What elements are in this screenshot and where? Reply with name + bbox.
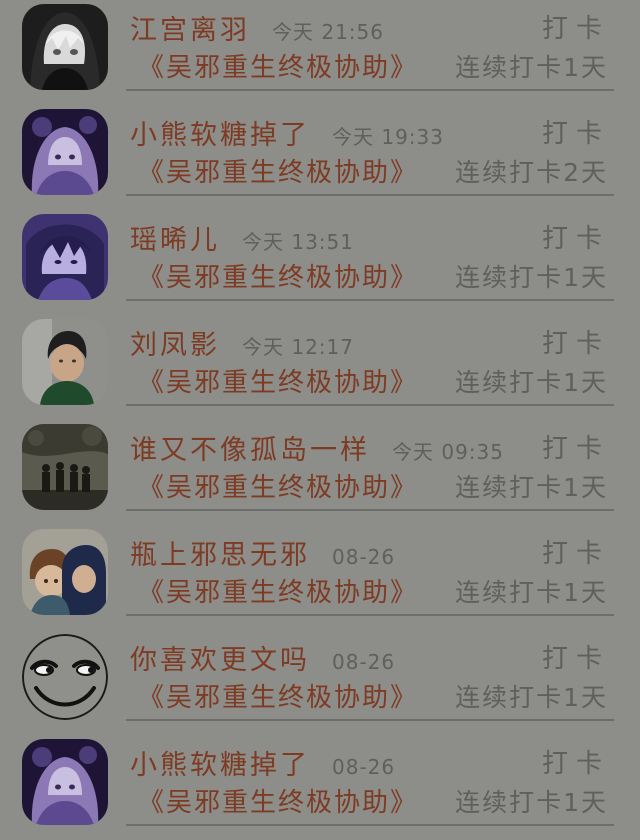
checkin-list: 江宫离羽 今天 21:56 打卡 《吴邪重生终极协助》 连续打卡1天 小熊软糖掉… [0,0,640,837]
post-time: 今天 19:33 [332,125,444,149]
divider [126,719,614,721]
post-time: 今天 21:56 [272,20,384,44]
streak-count: 连续打卡1天 [455,683,608,712]
item-header: 瓶上邪思无邪 08-26 [130,533,396,572]
streak-count: 连续打卡1天 [455,788,608,817]
smirk-face-avatar[interactable] [22,634,108,720]
user-name[interactable]: 江宫离羽 [130,8,250,47]
topic-title[interactable]: 《吴邪重生终极协助》 [138,572,418,609]
boy-photo-avatar[interactable] [22,319,108,405]
post-time: 08-26 [332,755,396,779]
divider [126,299,614,301]
checkin-button[interactable]: 打卡 [542,638,610,675]
purple-anime-girl-avatar[interactable] [22,109,108,195]
streak-count: 连续打卡1天 [455,53,608,82]
purple-anime-girl-avatar[interactable] [22,739,108,825]
user-name[interactable]: 小熊软糖掉了 [130,743,310,782]
topic-title[interactable]: 《吴邪重生终极协助》 [138,467,418,504]
checkin-button[interactable]: 打卡 [542,743,610,780]
divider [126,614,614,616]
divider [126,404,614,406]
item-header: 谁又不像孤岛一样 今天 09:35 [130,428,504,467]
streak-count: 连续打卡1天 [455,578,608,607]
list-item[interactable]: 你喜欢更文吗 08-26 打卡 《吴邪重生终极协助》 连续打卡1天 [0,630,640,735]
topic-title[interactable]: 《吴邪重生终极协助》 [138,257,418,294]
user-name[interactable]: 刘凤影 [130,323,220,362]
list-item[interactable]: 小熊软糖掉了 08-26 打卡 《吴邪重生终极协助》 连续打卡1天 [0,735,640,840]
checkin-button[interactable]: 打卡 [542,533,610,570]
post-time: 08-26 [332,650,396,674]
chibi-couple-avatar[interactable] [22,529,108,615]
post-time: 今天 13:51 [242,230,354,254]
item-header: 刘凤影 今天 12:17 [130,323,354,362]
streak-count: 连续打卡1天 [455,473,608,502]
post-time: 08-26 [332,545,396,569]
anime-boy-hood-avatar[interactable] [22,4,108,90]
topic-title[interactable]: 《吴邪重生终极协助》 [138,677,418,714]
streak-count: 连续打卡2天 [455,158,608,187]
checkin-button[interactable]: 打卡 [542,218,610,255]
purple-anime-boy-avatar[interactable] [22,214,108,300]
group-silhouette-avatar[interactable] [22,424,108,510]
item-header: 小熊软糖掉了 08-26 [130,743,396,782]
item-header: 你喜欢更文吗 08-26 [130,638,396,677]
item-header: 小熊软糖掉了 今天 19:33 [130,113,444,152]
topic-title[interactable]: 《吴邪重生终极协助》 [138,47,418,84]
streak-count: 连续打卡1天 [455,263,608,292]
list-item[interactable]: 江宫离羽 今天 21:56 打卡 《吴邪重生终极协助》 连续打卡1天 [0,0,640,105]
user-name[interactable]: 瓶上邪思无邪 [130,533,310,572]
checkin-button[interactable]: 打卡 [542,8,610,45]
topic-title[interactable]: 《吴邪重生终极协助》 [138,782,418,819]
list-item[interactable]: 瑶晞儿 今天 13:51 打卡 《吴邪重生终极协助》 连续打卡1天 [0,210,640,315]
checkin-button[interactable]: 打卡 [542,323,610,360]
list-item[interactable]: 小熊软糖掉了 今天 19:33 打卡 《吴邪重生终极协助》 连续打卡2天 [0,105,640,210]
item-header: 江宫离羽 今天 21:56 [130,8,384,47]
list-item[interactable]: 刘凤影 今天 12:17 打卡 《吴邪重生终极协助》 连续打卡1天 [0,315,640,420]
divider [126,194,614,196]
user-name[interactable]: 谁又不像孤岛一样 [130,428,370,467]
user-name[interactable]: 小熊软糖掉了 [130,113,310,152]
user-name[interactable]: 瑶晞儿 [130,218,220,257]
list-item[interactable]: 谁又不像孤岛一样 今天 09:35 打卡 《吴邪重生终极协助》 连续打卡1天 [0,420,640,525]
divider [126,824,614,826]
list-item[interactable]: 瓶上邪思无邪 08-26 打卡 《吴邪重生终极协助》 连续打卡1天 [0,525,640,630]
post-time: 今天 12:17 [242,335,354,359]
checkin-button[interactable]: 打卡 [542,428,610,465]
divider [126,89,614,91]
post-time: 今天 09:35 [392,440,504,464]
checkin-button[interactable]: 打卡 [542,113,610,150]
streak-count: 连续打卡1天 [455,368,608,397]
item-header: 瑶晞儿 今天 13:51 [130,218,354,257]
user-name[interactable]: 你喜欢更文吗 [130,638,310,677]
divider [126,509,614,511]
topic-title[interactable]: 《吴邪重生终极协助》 [138,362,418,399]
topic-title[interactable]: 《吴邪重生终极协助》 [138,152,418,189]
